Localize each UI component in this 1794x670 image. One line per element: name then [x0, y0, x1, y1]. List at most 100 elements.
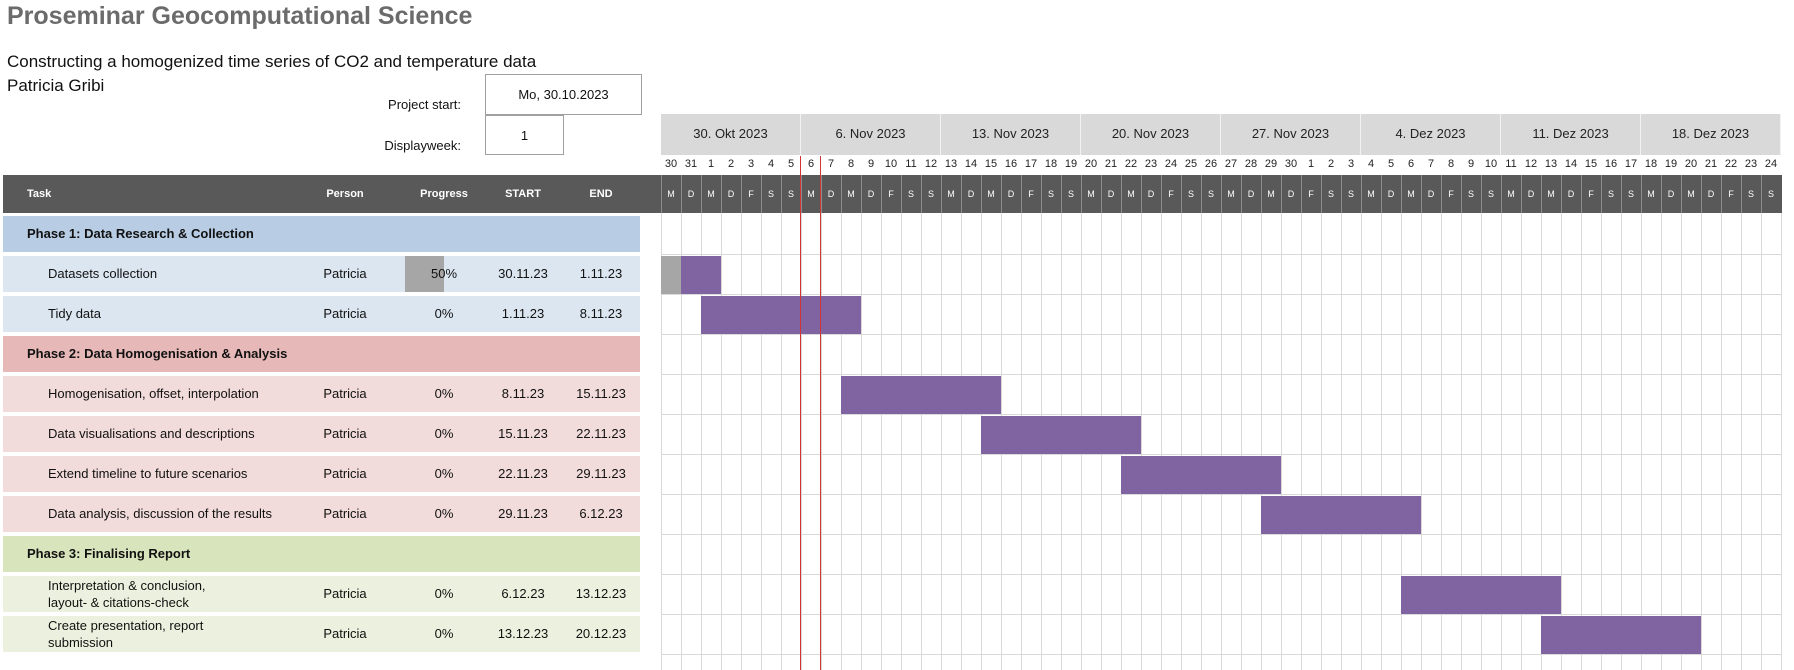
day-letter: F — [1728, 189, 1734, 199]
grid-line — [1581, 213, 1582, 670]
grid-row-line — [661, 654, 1781, 655]
task-end-date: 13.12.23 — [575, 586, 627, 601]
day-header-divider — [1381, 175, 1382, 213]
grid-line — [1261, 213, 1262, 670]
day-header-divider — [1301, 175, 1302, 213]
gantt-bar[interactable] — [1261, 496, 1421, 534]
grid-line — [1781, 213, 1782, 670]
day-letter: D — [1707, 189, 1715, 199]
day-letter: F — [1028, 189, 1034, 199]
day-number: 6 — [807, 158, 815, 170]
phase-title: Phase 1: Data Research & Collection — [27, 226, 254, 241]
gantt-bar[interactable] — [701, 296, 861, 334]
grid-line — [1181, 213, 1182, 670]
day-number: 31 — [684, 158, 698, 170]
task-person: Patricia — [323, 506, 367, 521]
gantt-bar[interactable] — [1401, 576, 1561, 614]
gantt-bar[interactable] — [1121, 456, 1281, 494]
day-letter: M — [707, 189, 715, 199]
grid-line — [801, 213, 802, 670]
task-end-date: 1.11.23 — [579, 266, 623, 281]
table-row: Homogenisation, offset, interpolation Pat… — [3, 376, 640, 414]
grid-row-line — [661, 294, 1781, 295]
display-week-input[interactable]: 1 — [485, 115, 564, 155]
phase-row: Phase 3: Finalising Report — [3, 536, 640, 574]
task-person: Patricia — [323, 266, 367, 281]
day-number: 7 — [827, 158, 835, 170]
day-header-divider — [1601, 175, 1602, 213]
day-letter: S — [767, 189, 774, 199]
day-header-divider — [1501, 175, 1502, 213]
grid-line — [1661, 213, 1662, 670]
day-header-divider — [981, 175, 982, 213]
day-letter: S — [787, 189, 794, 199]
day-letter: D — [687, 189, 695, 199]
day-header-divider — [1561, 175, 1562, 213]
day-header-divider — [721, 175, 722, 213]
gantt-bar[interactable] — [841, 376, 1001, 414]
day-header-divider — [861, 175, 862, 213]
day-number: 17 — [1624, 158, 1638, 170]
day-number: 22 — [1124, 158, 1138, 170]
grid-row-line — [661, 454, 1781, 455]
task-end-date: 8.11.23 — [579, 306, 623, 321]
day-header-divider — [961, 175, 962, 213]
day-letter: M — [847, 189, 855, 199]
day-letter: D — [1247, 189, 1255, 199]
day-letter: D — [1107, 189, 1115, 199]
table-row: Datasets collection Patricia 50% 30.11.23 1.… — [3, 256, 640, 294]
day-number: 20 — [1684, 158, 1698, 170]
day-header-divider — [1221, 175, 1222, 213]
project-start-input[interactable]: Mo, 30.10.2023 — [485, 74, 642, 115]
day-header-divider — [1341, 175, 1342, 213]
day-number: 1 — [1307, 158, 1315, 170]
task-progress: 0% — [434, 306, 454, 321]
task-start-date: 15.11.23 — [498, 426, 548, 441]
grid-line — [1241, 213, 1242, 670]
grid-line — [921, 213, 922, 670]
grid-line — [1601, 213, 1602, 670]
grid-row-line — [661, 334, 1781, 335]
day-number: 12 — [1524, 158, 1538, 170]
week-header: 27. Nov 2023 — [1221, 114, 1361, 155]
day-letter: D — [967, 189, 975, 199]
gantt-bar[interactable] — [1541, 616, 1701, 654]
day-number: 29 — [1264, 158, 1278, 170]
grid-line — [1201, 213, 1202, 670]
task-person: Patricia — [323, 306, 367, 321]
grid-line — [1141, 213, 1142, 670]
day-number: 8 — [847, 158, 855, 170]
today-marker-line — [800, 156, 801, 670]
project-subtitle: Constructing a homogenized time series o… — [7, 52, 537, 71]
day-letter: D — [1287, 189, 1295, 199]
day-number: 6 — [1407, 158, 1415, 170]
day-header-divider — [821, 175, 822, 213]
day-number: 19 — [1664, 158, 1678, 170]
day-header-divider — [1761, 175, 1762, 213]
day-header-divider — [1581, 175, 1582, 213]
page-title: Proseminar Geocomputational Science — [7, 2, 473, 30]
day-letter: D — [827, 189, 835, 199]
gantt-bar[interactable] — [981, 416, 1141, 454]
day-number: 5 — [1387, 158, 1395, 170]
day-letter: D — [1147, 189, 1155, 199]
day-number: 13 — [944, 158, 958, 170]
grid-line — [1741, 213, 1742, 670]
day-header-divider — [1701, 175, 1702, 213]
day-number: 14 — [1564, 158, 1578, 170]
day-letter: M — [667, 189, 675, 199]
day-number: 21 — [1104, 158, 1118, 170]
grid-line — [1221, 213, 1222, 670]
grid-line — [861, 213, 862, 670]
week-header: 13. Nov 2023 — [941, 114, 1081, 155]
day-header-divider — [1521, 175, 1522, 213]
day-number: 23 — [1744, 158, 1758, 170]
task-start-date: 13.12.23 — [497, 626, 549, 641]
day-number: 8 — [1447, 158, 1455, 170]
day-header-divider — [801, 175, 802, 213]
table-row: Data visualisations and descriptions Patr… — [3, 416, 640, 454]
grid-line — [1721, 213, 1722, 670]
grid-line — [941, 213, 942, 670]
task-name: Homogenisation, offset, interpolation — [48, 386, 259, 401]
day-letter: D — [1567, 189, 1575, 199]
